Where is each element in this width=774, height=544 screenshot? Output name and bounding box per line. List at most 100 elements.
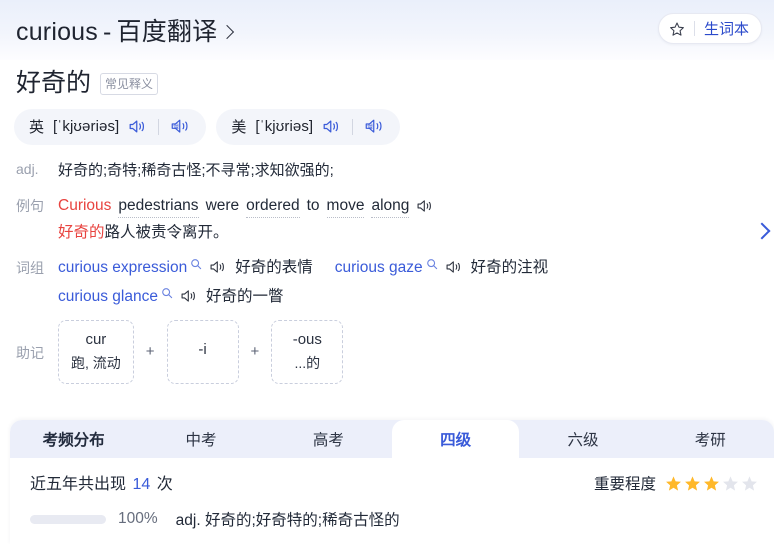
mnemonic-plus: + (250, 343, 260, 361)
phonetic-uk[interactable]: 英 [ˈkjʊəriəs] 慢 (14, 108, 207, 145)
mnemonic-root: -ous (292, 330, 322, 348)
mnemonic-row: 助记 cur 跑, 流动 + -i + -ous ...的 (0, 319, 774, 384)
example-word-3: ordered (246, 194, 300, 218)
phonetic-divider (352, 118, 354, 135)
tab-gaokao[interactable]: 高考 (265, 420, 392, 458)
star-empty-icon (722, 475, 739, 492)
button-divider (693, 21, 695, 36)
panel-heading: 考频分布 (10, 420, 137, 458)
example-word-6: along (371, 194, 410, 218)
speaker-icon[interactable] (438, 260, 463, 274)
tab-label: 四级 (440, 432, 472, 449)
phonetics-row: 英 [ˈkjʊəriəs] 慢 美 [ˈkjʊriəs] 慢 (0, 98, 774, 145)
phrases-label: 词组 (16, 259, 44, 276)
slow-speaker-icon[interactable]: 慢 (364, 118, 385, 135)
mnemonic-root: cur (85, 330, 107, 348)
mnemonic-part: -ous ...的 (271, 319, 344, 384)
panel-heading-label: 考频分布 (42, 432, 105, 449)
phrase-chinese: 好奇的注视 (470, 258, 549, 276)
tab-kaoyan[interactable]: 考研 (647, 420, 774, 458)
card-header: curious - 百度翻译 生词本 (0, 0, 774, 60)
panel-body: 近五年共出现 14 次 重要程度 100% adj. 好奇的;好奇特的;稀奇古怪… (10, 458, 774, 530)
tab-zhongkao[interactable]: 中考 (137, 420, 264, 458)
speaker-icon[interactable] (322, 119, 341, 134)
page-title-dash: - (103, 18, 112, 46)
phonetic-divider (158, 118, 160, 135)
definition-pos-label: adj. (16, 160, 39, 177)
mnemonic-part: cur 跑, 流动 (58, 319, 134, 384)
example-row: 例句 Curious pedestrians were ordered to m… (0, 194, 774, 244)
page-title-english: curious (16, 18, 98, 46)
phonetic-us[interactable]: 美 [ˈkjʊriəs] 慢 (216, 108, 401, 145)
frequency-suffix: 次 (156, 476, 173, 493)
phrase-item[interactable]: curious glance 好奇的一瞥 (58, 285, 283, 308)
example-word-1: pedestrians (118, 194, 199, 218)
phrase-line-2: curious glance 好奇的一瞥 (58, 285, 570, 308)
page-title[interactable]: curious - 百度翻译 (16, 12, 235, 48)
distribution-bar-track (30, 514, 106, 524)
phrase-line-1: curious expression 好奇的表情 curious gaze 好奇… (58, 256, 570, 279)
phrase-english[interactable]: curious glance (58, 285, 158, 308)
example-word-5: move (326, 194, 365, 218)
phrase-item[interactable]: curious gaze 好奇的注视 (335, 256, 548, 279)
example-sentence-chinese: 好奇的路人被责令离开。 (58, 221, 434, 244)
phonetic-us-lang: 美 (231, 119, 247, 137)
phrase-item[interactable]: curious expression 好奇的表情 (58, 256, 313, 279)
phonetic-us-ipa: [ˈkjʊriəs] (255, 118, 314, 136)
magnifier-icon[interactable] (187, 258, 202, 270)
phrase-chinese: 好奇的一瞥 (205, 287, 284, 305)
definition-row: adj. 好奇的;奇特;稀奇古怪;不寻常;求知欲强的; (0, 159, 774, 182)
frequency-count: 14 (132, 476, 151, 493)
example-chinese-highlight: 好奇的 (58, 223, 105, 241)
phrases-row: 词组 curious expression 好奇的表情 curious gaze… (0, 256, 774, 308)
frequency-prefix: 近五年共出现 (30, 476, 127, 493)
speaker-icon[interactable] (416, 199, 434, 213)
tab-label: 中考 (185, 432, 217, 449)
phrase-chinese: 好奇的表情 (235, 258, 313, 276)
definition-text: 好奇的;奇特;稀奇古怪;不寻常;求知欲强的; (58, 161, 334, 179)
mnemonic-gloss: ...的 (294, 354, 321, 371)
page-title-source: 百度翻译 (116, 18, 218, 46)
phrase-english[interactable]: curious expression (58, 256, 187, 279)
mnemonic-label: 助记 (16, 344, 44, 361)
speaker-icon[interactable] (173, 289, 198, 303)
phonetic-uk-lang: 英 (29, 119, 45, 137)
tab-label: 六级 (567, 432, 599, 449)
tab-cet4[interactable]: 四级 (391, 420, 520, 458)
star-filled-icon (665, 475, 682, 492)
star-empty-icon (741, 475, 758, 492)
exam-tab-strip: 考频分布 中考 高考 四级 六级 考研 (10, 420, 774, 458)
add-to-vocabulary-button[interactable]: 生词本 (657, 13, 762, 44)
star-outline-icon (669, 21, 685, 37)
star-filled-icon (684, 475, 701, 492)
slow-speaker-icon[interactable]: 慢 (170, 118, 191, 135)
example-word-2: were (205, 197, 240, 215)
headword-row: 好奇的 常见释义 (0, 60, 774, 98)
example-label: 例句 (16, 197, 44, 214)
example-sentence-english: Curious pedestrians were ordered to move… (58, 194, 434, 218)
speaker-icon[interactable] (202, 260, 227, 274)
magnifier-icon[interactable] (158, 287, 173, 299)
mnemonic-plus: + (145, 343, 155, 361)
detail-rows: adj. 好奇的;奇特;稀奇古怪;不寻常;求知欲强的; 例句 Curious p… (0, 145, 774, 384)
tab-label: 考研 (694, 432, 726, 449)
headword-translation: 好奇的 (16, 69, 92, 97)
phrase-english[interactable]: curious gaze (335, 256, 423, 279)
importance-label: 重要程度 (593, 476, 656, 493)
speaker-icon[interactable] (128, 119, 147, 134)
star-rating (665, 475, 758, 492)
example-word-0: Curious (58, 197, 112, 215)
chevron-right-icon (220, 24, 235, 40)
distribution-definition: adj. 好奇的;好奇特的;稀奇古怪的 (175, 512, 400, 529)
baidu-translate-word-card: curious - 百度翻译 生词本 好奇的 常见释义 英 [ˈkjʊəriəs… (0, 0, 774, 544)
add-to-vocabulary-label: 生词本 (703, 21, 749, 38)
tab-cet6[interactable]: 六级 (519, 420, 646, 458)
example-chinese-rest: 路人被责令离开。 (104, 223, 229, 241)
magnifier-icon[interactable] (423, 258, 438, 270)
importance-rating: 重要程度 (594, 472, 758, 494)
mnemonic-root: -i (198, 340, 207, 358)
common-meaning-tag: 常见释义 (100, 72, 159, 95)
phonetic-uk-ipa: [ˈkjʊəriəs] (53, 118, 120, 136)
distribution-row: 100% adj. 好奇的;好奇特的;稀奇古怪的 (30, 508, 758, 530)
mnemonic-part: -i (166, 319, 239, 384)
